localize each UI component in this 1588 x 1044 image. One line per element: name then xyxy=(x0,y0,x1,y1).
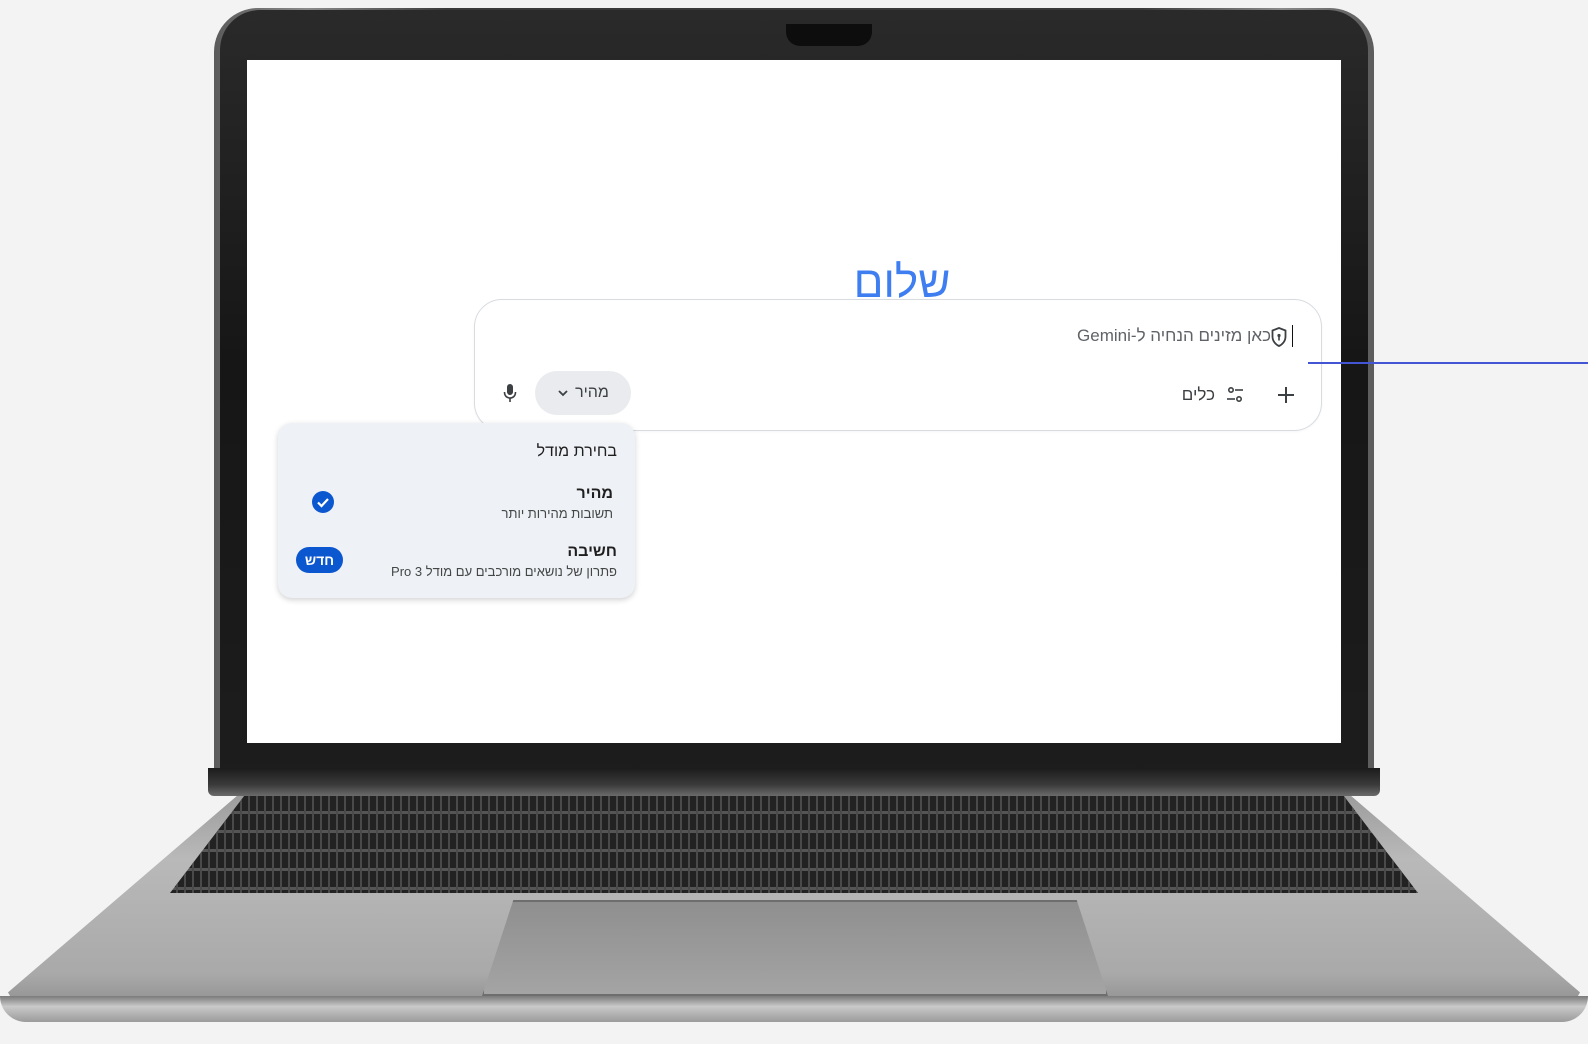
tools-button[interactable]: כלים xyxy=(1182,380,1245,410)
prompt-input-box[interactable]: כאן מזינים הנחיה ל-Gemini כלים מהיר xyxy=(474,299,1322,431)
model-option-thinking[interactable]: חשיבה פתרון של נושאים מורכבים עם מודל 3 … xyxy=(391,543,617,579)
chevron-down-icon xyxy=(558,390,568,397)
add-button[interactable] xyxy=(1271,380,1301,410)
tools-label: כלים xyxy=(1181,385,1215,404)
model-selector-button[interactable]: מהיר xyxy=(535,371,631,415)
shield-icon xyxy=(1271,327,1287,347)
trackpad xyxy=(482,900,1108,996)
plus-icon xyxy=(1278,387,1294,403)
camera-notch xyxy=(786,24,872,46)
model-option-name: מהיר xyxy=(576,485,613,502)
laptop-hinge xyxy=(208,768,1380,796)
new-badge: חדש xyxy=(296,547,343,573)
model-option-name: חשיבה xyxy=(567,543,617,560)
check-circle-icon xyxy=(312,491,334,513)
model-menu-title: בחירת מודל xyxy=(536,443,617,460)
prompt-input[interactable]: כאן מזינים הנחיה ל-Gemini xyxy=(1077,326,1271,346)
mic-icon[interactable] xyxy=(501,382,519,404)
laptop-front-edge xyxy=(0,996,1588,1022)
model-menu: בחירת מודל מהיר תשובות מהירות יותר חשיבה… xyxy=(278,423,635,598)
callout-line xyxy=(1308,362,1588,364)
text-caret xyxy=(1291,325,1293,347)
model-option-description: פתרון של נושאים מורכבים עם מודל 3 Pro xyxy=(391,564,617,579)
model-option-fast[interactable]: מהיר תשובות מהירות יותר xyxy=(502,485,613,521)
model-option-description: תשובות מהירות יותר xyxy=(501,506,613,521)
model-selector-label: מהיר xyxy=(575,384,609,401)
tools-icon xyxy=(1227,386,1243,403)
keyboard xyxy=(170,795,1418,893)
